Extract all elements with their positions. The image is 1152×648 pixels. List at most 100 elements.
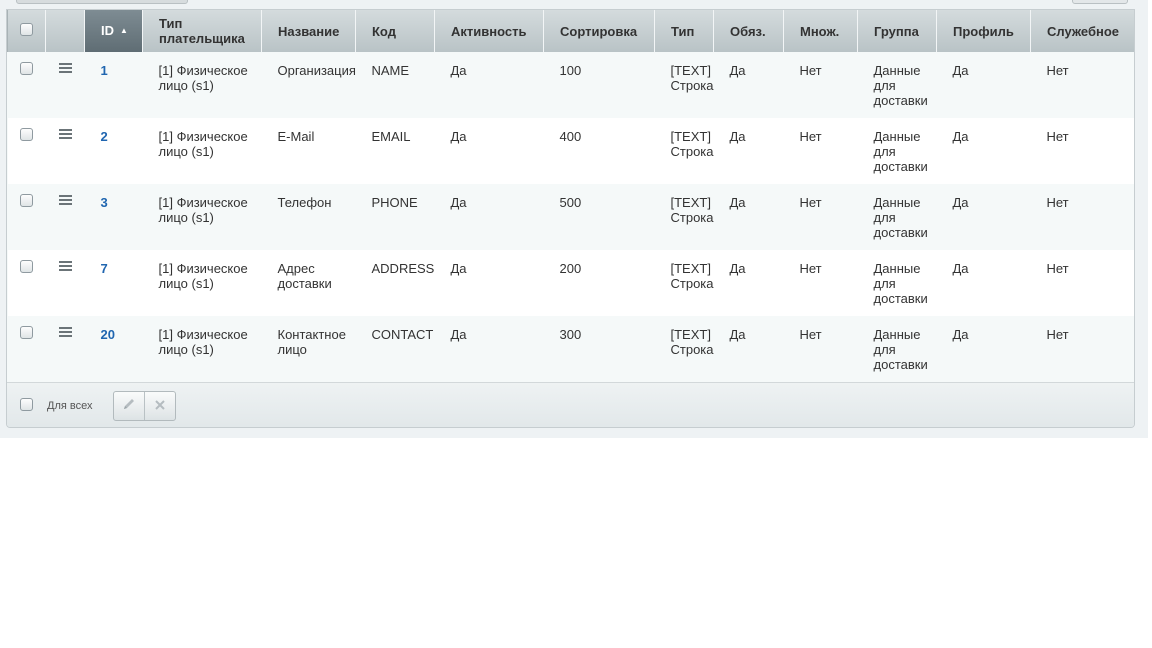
cell-name: Организация bbox=[261, 52, 356, 118]
column-header-payer-type[interactable]: Тип плательщика bbox=[142, 10, 262, 52]
column-header-multiple[interactable]: Множ. bbox=[783, 10, 858, 52]
menu-icon[interactable] bbox=[58, 261, 72, 272]
cell-required: Да bbox=[713, 184, 784, 250]
table-row[interactable]: 2 [1] Физическое лицо (s1) E-Mail EMAIL … bbox=[7, 118, 1134, 184]
menu-icon[interactable] bbox=[58, 327, 72, 338]
for-all-checkbox[interactable] bbox=[20, 398, 33, 411]
menu-icon[interactable] bbox=[58, 195, 72, 206]
column-header-code[interactable]: Код bbox=[355, 10, 435, 52]
cell-code: ADDRESS bbox=[355, 250, 435, 316]
cell-group: Данные для доставки bbox=[857, 184, 937, 250]
cell-id: 2 bbox=[84, 118, 143, 184]
cell-name: E-Mail bbox=[261, 118, 356, 184]
cell-multiple: Нет bbox=[783, 250, 858, 316]
cell-sort: 200 bbox=[543, 250, 655, 316]
column-header-utility[interactable]: Служебное bbox=[1030, 10, 1134, 52]
for-all-label: Для всех bbox=[47, 400, 93, 412]
x-icon bbox=[154, 398, 166, 415]
cell-type: [TEXT] Строка bbox=[654, 250, 714, 316]
settings-button-stub[interactable] bbox=[1072, 0, 1128, 4]
cell-type: [TEXT] Строка bbox=[654, 184, 714, 250]
table-row[interactable]: 20 [1] Физическое лицо (s1) Контактное л… bbox=[7, 316, 1134, 382]
row-id-link[interactable]: 20 bbox=[101, 327, 115, 342]
row-actions-cell bbox=[45, 316, 85, 382]
filter-control-stub[interactable] bbox=[16, 0, 188, 4]
delete-button[interactable] bbox=[144, 392, 175, 420]
column-header-profile[interactable]: Профиль bbox=[936, 10, 1031, 52]
row-select-cell bbox=[7, 118, 46, 184]
properties-list-panel: ID ▲ Тип плательщика Название Код Активно… bbox=[6, 9, 1135, 428]
cell-name: Телефон bbox=[261, 184, 356, 250]
cell-payer-type: [1] Физическое лицо (s1) bbox=[142, 52, 262, 118]
row-id-link[interactable]: 1 bbox=[101, 63, 108, 78]
cell-profile: Да bbox=[936, 52, 1031, 118]
cell-code: PHONE bbox=[355, 184, 435, 250]
column-header-active[interactable]: Активность bbox=[434, 10, 544, 52]
sort-ascending-icon: ▲ bbox=[120, 25, 128, 35]
cell-sort: 100 bbox=[543, 52, 655, 118]
cell-required: Да bbox=[713, 52, 784, 118]
cell-utility: Нет bbox=[1030, 118, 1134, 184]
cell-active: Да bbox=[434, 250, 544, 316]
cell-multiple: Нет bbox=[783, 118, 858, 184]
actions-header bbox=[45, 10, 85, 52]
row-checkbox[interactable] bbox=[20, 260, 33, 273]
row-checkbox[interactable] bbox=[20, 194, 33, 207]
cell-code: EMAIL bbox=[355, 118, 435, 184]
column-header-name[interactable]: Название bbox=[261, 10, 356, 52]
row-checkbox[interactable] bbox=[20, 326, 33, 339]
cell-active: Да bbox=[434, 118, 544, 184]
row-select-cell bbox=[7, 52, 46, 118]
column-header-id[interactable]: ID ▲ bbox=[84, 10, 143, 52]
column-header-group[interactable]: Группа bbox=[857, 10, 937, 52]
cell-id: 7 bbox=[84, 250, 143, 316]
cell-utility: Нет bbox=[1030, 316, 1134, 382]
group-actions bbox=[113, 391, 176, 421]
table-row[interactable]: 1 [1] Физическое лицо (s1) Организация N… bbox=[7, 52, 1134, 118]
row-id-link[interactable]: 7 bbox=[101, 261, 108, 276]
cell-active: Да bbox=[434, 184, 544, 250]
row-checkbox[interactable] bbox=[20, 128, 33, 141]
row-actions-cell bbox=[45, 118, 85, 184]
row-id-link[interactable]: 3 bbox=[101, 195, 108, 210]
row-id-link[interactable]: 2 bbox=[101, 129, 108, 144]
cell-sort: 300 bbox=[543, 316, 655, 382]
cell-active: Да bbox=[434, 52, 544, 118]
cell-required: Да bbox=[713, 250, 784, 316]
cell-id: 3 bbox=[84, 184, 143, 250]
cell-type: [TEXT] Строка bbox=[654, 52, 714, 118]
cell-payer-type: [1] Физическое лицо (s1) bbox=[142, 250, 262, 316]
cell-active: Да bbox=[434, 316, 544, 382]
cell-profile: Да bbox=[936, 250, 1031, 316]
cell-required: Да bbox=[713, 118, 784, 184]
cell-payer-type: [1] Физическое лицо (s1) bbox=[142, 316, 262, 382]
cell-sort: 500 bbox=[543, 184, 655, 250]
row-select-cell bbox=[7, 250, 46, 316]
table-footer: Для всех bbox=[7, 382, 1134, 427]
cell-payer-type: [1] Физическое лицо (s1) bbox=[142, 184, 262, 250]
menu-icon[interactable] bbox=[58, 129, 72, 140]
column-header-required[interactable]: Обяз. bbox=[713, 10, 784, 52]
cell-group: Данные для доставки bbox=[857, 52, 937, 118]
row-actions-cell bbox=[45, 250, 85, 316]
cell-name: Контактное лицо bbox=[261, 316, 356, 382]
cell-utility: Нет bbox=[1030, 184, 1134, 250]
properties-table: ID ▲ Тип плательщика Название Код Активно… bbox=[7, 10, 1134, 382]
column-header-sort[interactable]: Сортировка bbox=[543, 10, 655, 52]
row-actions-cell bbox=[45, 184, 85, 250]
cell-code: CONTACT bbox=[355, 316, 435, 382]
table-row[interactable]: 7 [1] Физическое лицо (s1) Адрес доставк… bbox=[7, 250, 1134, 316]
edit-button[interactable] bbox=[114, 392, 144, 420]
cell-sort: 400 bbox=[543, 118, 655, 184]
cell-id: 1 bbox=[84, 52, 143, 118]
menu-icon[interactable] bbox=[58, 63, 72, 74]
cell-profile: Да bbox=[936, 316, 1031, 382]
row-checkbox[interactable] bbox=[20, 62, 33, 75]
table-header-row: ID ▲ Тип плательщика Название Код Активно… bbox=[7, 10, 1134, 52]
row-actions-cell bbox=[45, 52, 85, 118]
select-all-checkbox[interactable] bbox=[20, 23, 33, 36]
cell-required: Да bbox=[713, 316, 784, 382]
column-header-type[interactable]: Тип bbox=[654, 10, 714, 52]
cell-code: NAME bbox=[355, 52, 435, 118]
table-row[interactable]: 3 [1] Физическое лицо (s1) Телефон PHONE… bbox=[7, 184, 1134, 250]
